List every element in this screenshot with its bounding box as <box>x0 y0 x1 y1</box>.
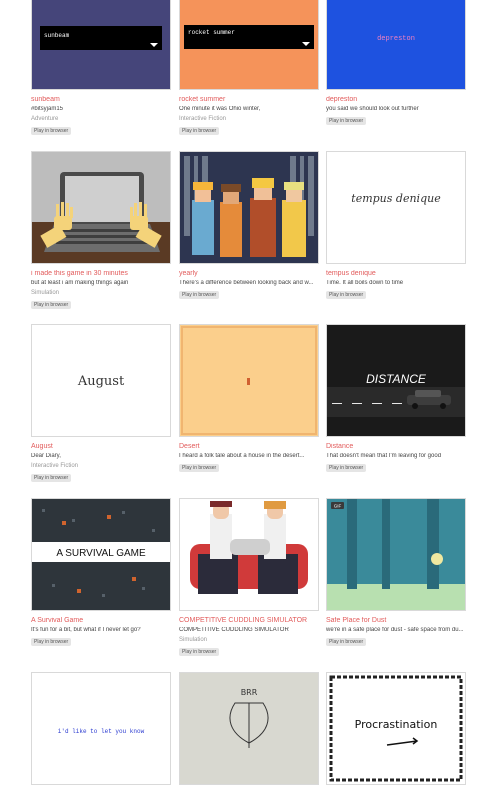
game-title[interactable]: rocket summer <box>179 96 329 103</box>
game-thumbnail[interactable]: rocket summer <box>179 0 319 90</box>
game-thumbnail[interactable]: depreston <box>326 0 466 90</box>
game-description: One minute it was Ohio winter, <box>179 106 261 112</box>
game-thumbnail[interactable] <box>179 324 319 437</box>
game-description: That doesn't mean that I'm leaving for g… <box>326 453 442 459</box>
game-thumbnail[interactable] <box>179 151 319 264</box>
game-thumbnail[interactable]: tempus denique <box>326 151 466 264</box>
play-in-browser-badge: Play in browser <box>31 638 72 646</box>
game-title[interactable]: tempus denique <box>326 270 476 277</box>
game-title[interactable]: sunbeam <box>31 96 181 103</box>
play-in-browser-badge: Play in browser <box>31 301 72 309</box>
play-in-browser-badge: Play in browser <box>326 117 367 125</box>
game-title[interactable]: COMPETITIVE CUDDLING SIMULATOR <box>179 617 329 624</box>
game-thumbnail[interactable]: August <box>31 324 171 437</box>
game-description: COMPETITIVE CUDDLING SIMULATOR <box>179 627 289 633</box>
game-thumbnail[interactable]: DISTANCE <box>326 324 466 437</box>
thumb-text: depreston <box>377 35 415 43</box>
game-description: Dear Diary, <box>31 453 61 459</box>
game-title[interactable]: depreston <box>326 96 476 103</box>
game-description: There's a difference between looking bac… <box>179 280 314 286</box>
game-description: you said we should look out further <box>326 106 419 112</box>
game-title[interactable]: Desert <box>179 443 329 450</box>
play-in-browser-badge: Play in browser <box>326 291 367 299</box>
game-thumbnail[interactable] <box>179 498 319 611</box>
thumb-text: August <box>77 374 125 389</box>
game-title[interactable]: i made this game in 30 minutes <box>31 270 181 277</box>
thumb-text: i'd like to let you know <box>58 728 145 735</box>
game-genre: Interactive Fiction <box>179 116 227 122</box>
play-in-browser-badge: Play in browser <box>31 127 72 135</box>
game-thumbnail[interactable]: Procrastination <box>326 672 466 785</box>
game-genre: Adventure <box>31 116 59 122</box>
game-thumbnail[interactable]: sunbeam <box>31 0 171 90</box>
play-in-browser-badge: Play in browser <box>326 464 367 472</box>
play-in-browser-badge: Play in browser <box>179 291 220 299</box>
game-description: but at least i am making things again <box>31 280 129 286</box>
game-title[interactable]: August <box>31 443 181 450</box>
thumb-text: tempus denique <box>351 192 441 205</box>
thumb-text: rocket summer <box>188 29 235 36</box>
game-genre: Simulation <box>179 637 208 643</box>
game-thumbnail[interactable]: GIF <box>326 498 466 611</box>
play-in-browser-badge: Play in browser <box>326 638 367 646</box>
thumb-text: BRR <box>241 688 258 697</box>
game-description: we're in a safe place for dust - safe sp… <box>326 627 464 633</box>
game-description: I heard a folk tale about a house in the… <box>179 453 305 459</box>
game-title[interactable]: Safe Place for Dust <box>326 617 476 624</box>
game-description: #bitsyjam15 <box>31 106 64 112</box>
game-grid: sunbeam sunbeam #bitsyjam15 Adventure Pl… <box>0 0 500 785</box>
thumb-text: DISTANCE <box>366 372 427 386</box>
game-genre: Simulation <box>31 290 60 296</box>
game-title[interactable]: Distance <box>326 443 476 450</box>
game-thumbnail[interactable]: BRR <box>179 672 319 785</box>
play-in-browser-badge: Play in browser <box>179 648 220 656</box>
game-title[interactable]: yearly <box>179 270 329 277</box>
game-thumbnail[interactable] <box>31 151 171 264</box>
thumb-text: Procrastination <box>355 718 438 731</box>
gif-badge: GIF <box>334 504 342 509</box>
play-in-browser-badge: Play in browser <box>179 464 220 472</box>
play-in-browser-badge: Play in browser <box>179 127 220 135</box>
game-description: It's fun for a bit, but what if I never … <box>31 627 141 633</box>
thumb-text: A SURVIVAL GAME <box>56 548 146 559</box>
game-thumbnail[interactable]: i'd like to let you know <box>31 672 171 785</box>
play-in-browser-badge: Play in browser <box>31 474 72 482</box>
game-thumbnail[interactable]: A SURVIVAL GAME <box>31 498 171 611</box>
thumb-text: sunbeam <box>44 32 70 39</box>
game-genre: Interactive Fiction <box>31 463 79 469</box>
game-title[interactable]: A Survival Game <box>31 617 181 624</box>
game-description: Time. It all boils down to time <box>326 280 404 286</box>
